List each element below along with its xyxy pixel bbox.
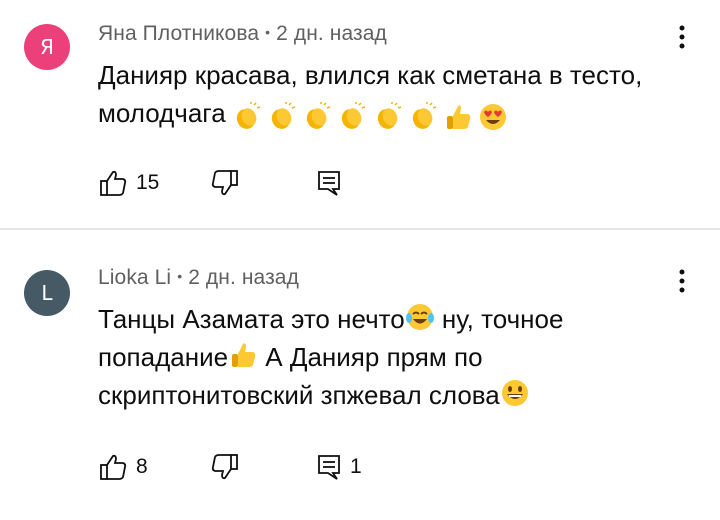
clapping-hands-icon xyxy=(271,102,296,130)
clapping-hands-icon xyxy=(377,102,401,130)
author-name[interactable]: Яна Плотникова xyxy=(98,22,259,45)
comment-header: Lioka Li • 2 дн. назад xyxy=(98,266,299,290)
clapping-hands-icon xyxy=(412,102,437,130)
comment-text: Танцы Азамата это нечто ну, точное попад… xyxy=(98,300,698,414)
like-button[interactable]: 8 xyxy=(98,450,148,484)
grinning-face-emoji-icon xyxy=(501,380,528,406)
dislike-button[interactable] xyxy=(210,166,240,200)
comment-icon xyxy=(318,455,340,480)
comment-2: L Lioka Li • 2 дн. назад Танцы Азамата это… xyxy=(0,230,720,520)
comment-icon xyxy=(318,171,340,196)
thumbs-down-outline-icon xyxy=(211,454,238,480)
thumbs-up-emoji-icon xyxy=(232,343,256,367)
comment-header: Яна Плотникова • 2 дн. назад xyxy=(98,22,387,46)
like-count: 8 xyxy=(136,455,148,478)
thumbs-up-outline-icon xyxy=(100,454,127,480)
like-button[interactable]: 15 xyxy=(98,166,159,200)
like-count: 15 xyxy=(136,171,160,194)
reply-button[interactable]: 1 xyxy=(316,450,362,484)
separator-dot: • xyxy=(177,268,183,284)
more-vertical-icon[interactable] xyxy=(672,22,692,52)
separator-dot: • xyxy=(265,24,271,40)
dislike-button[interactable] xyxy=(210,450,240,484)
thumbs-up-emoji-icon xyxy=(447,105,471,130)
thumbs-down-outline-icon xyxy=(211,170,238,196)
comment-actions: 8 1 xyxy=(98,450,458,484)
tears-of-joy-emoji-icon xyxy=(405,304,434,330)
comment-time: 2 дн. назад xyxy=(188,266,299,289)
thumbs-up-outline-icon xyxy=(100,170,127,196)
avatar-letter: Я xyxy=(40,35,54,59)
clapping-hands-icon xyxy=(342,102,366,130)
heart-eyes-emoji-icon xyxy=(480,104,507,131)
clapping-hands-icon xyxy=(236,102,260,130)
reply-count: 1 xyxy=(350,455,362,478)
comment-time: 2 дн. назад xyxy=(276,22,387,45)
avatar[interactable]: L xyxy=(24,270,70,316)
reply-button[interactable] xyxy=(316,166,350,200)
more-vertical-icon[interactable] xyxy=(672,266,692,296)
author-name[interactable]: Lioka Li xyxy=(98,266,171,289)
avatar[interactable]: Я xyxy=(24,24,70,70)
comment-actions: 15 xyxy=(98,166,458,200)
emoji-row xyxy=(232,96,507,134)
comment-text-part: Танцы Азамата это нечто xyxy=(98,304,405,334)
comment-text: Данияр красава, влился как сметана в тес… xyxy=(98,56,698,134)
clapping-hands-icon xyxy=(306,102,331,130)
comment-1: Я Яна Плотникова • 2 дн. назад Данияр крас… xyxy=(0,0,720,228)
avatar-letter: L xyxy=(41,281,53,305)
